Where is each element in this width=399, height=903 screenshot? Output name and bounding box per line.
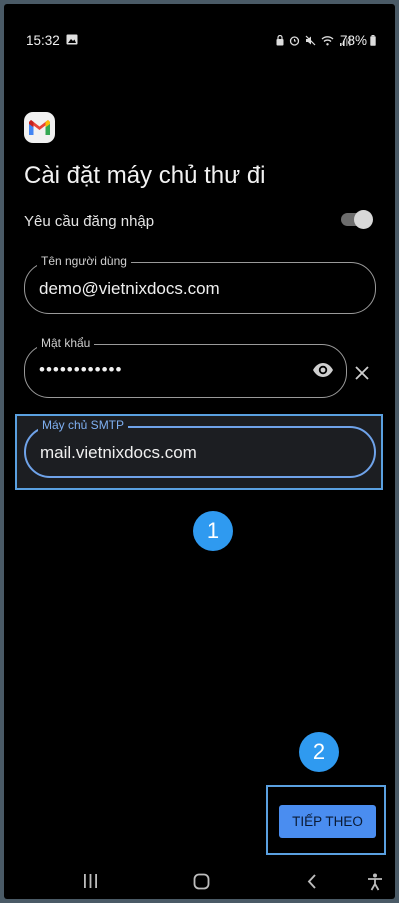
- next-button[interactable]: TIẾP THEO: [279, 805, 376, 838]
- navigation-bar: [4, 866, 395, 899]
- status-time: 15:32: [26, 33, 60, 48]
- password-label: Mật khẩu: [37, 336, 95, 350]
- accessibility-icon[interactable]: [367, 873, 383, 891]
- eye-icon[interactable]: [312, 362, 334, 378]
- gallery-icon: [66, 34, 78, 45]
- wifi-icon: [321, 35, 334, 45]
- smtp-value: mail.vietnixdocs.com: [40, 443, 197, 462]
- password-value: ••••••••••••: [39, 360, 123, 379]
- username-value: demo@vietnixdocs.com: [39, 279, 220, 298]
- phone-screen: 15:32 78% Cài đặt máy chủ thư đi Yêu cầu…: [4, 4, 395, 899]
- smtp-server-field[interactable]: Máy chủ SMTP mail.vietnixdocs.com: [24, 418, 376, 478]
- home-icon[interactable]: [193, 873, 210, 890]
- status-bar: 15:32 78%: [4, 4, 395, 48]
- login-required-label: Yêu cầu đăng nhập: [24, 213, 155, 230]
- login-required-toggle[interactable]: [341, 210, 373, 229]
- password-field[interactable]: Mật khẩu ••••••••••••: [24, 336, 347, 398]
- toggle-thumb: [354, 210, 373, 229]
- mute-icon: [305, 35, 316, 45]
- page-title: Cài đặt máy chủ thư đi: [24, 162, 266, 189]
- gmail-logo-icon: [24, 112, 55, 143]
- step-badge-2: 2: [299, 732, 339, 772]
- username-label: Tên người dùng: [37, 254, 131, 268]
- close-icon[interactable]: [355, 366, 369, 380]
- alarm-icon: [289, 35, 300, 46]
- recent-apps-icon[interactable]: [83, 873, 98, 889]
- smtp-label: Máy chủ SMTP: [38, 418, 129, 432]
- back-icon[interactable]: [306, 873, 318, 890]
- battery-icon: [370, 35, 376, 46]
- username-field[interactable]: Tên người dùng demo@vietnixdocs.com: [24, 254, 376, 314]
- battery-level: 78%: [340, 33, 368, 48]
- lock-icon: [276, 34, 284, 45]
- step-badge-1: 1: [193, 511, 233, 551]
